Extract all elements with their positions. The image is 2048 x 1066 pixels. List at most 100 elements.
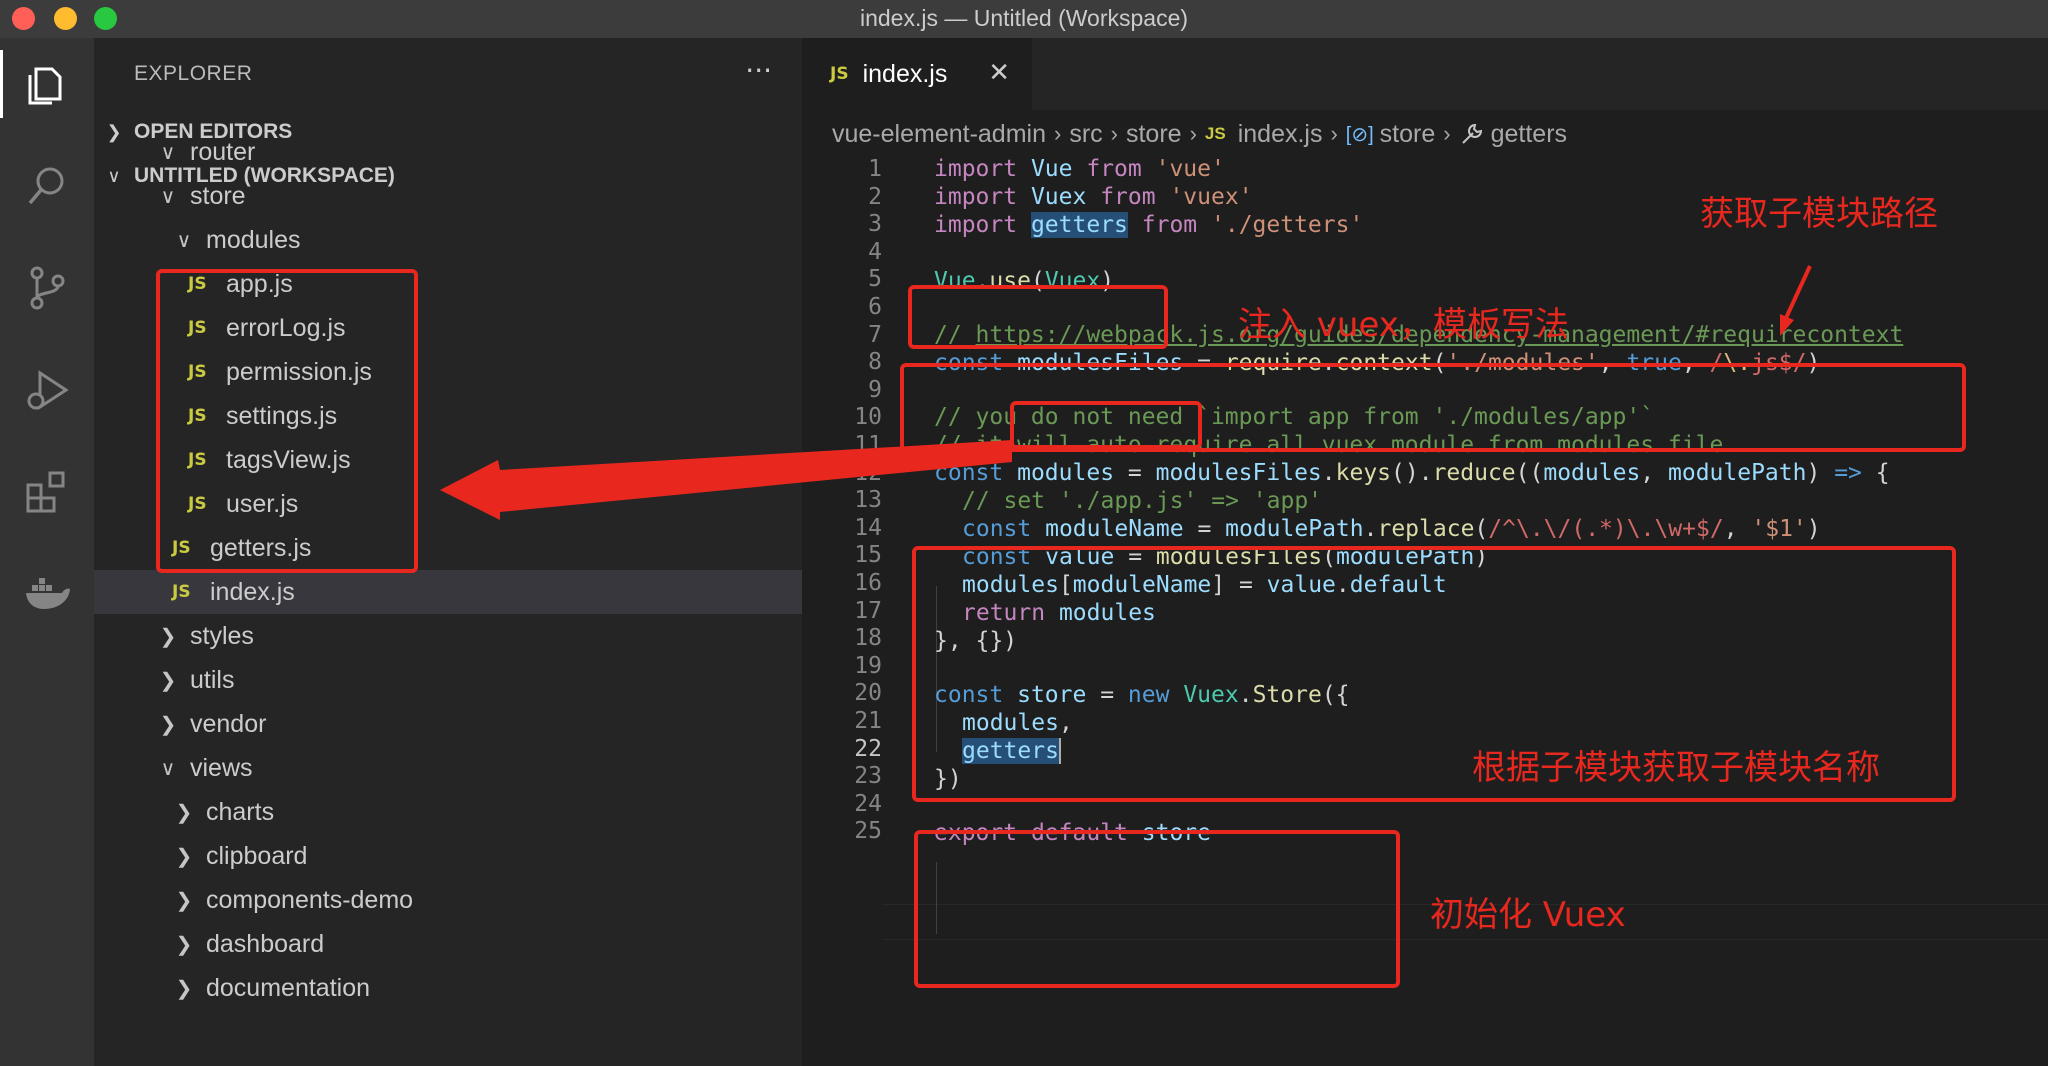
code-line-13: // set './app.js' => 'app' <box>962 488 1323 514</box>
folder-views[interactable]: ∨ views <box>94 746 802 790</box>
extensions-icon[interactable] <box>0 452 94 532</box>
line-number: 18 <box>854 625 882 652</box>
line-number: 6 <box>868 294 882 320</box>
line-number: 21 <box>854 708 882 734</box>
tab-bar: JS index.js ✕ <box>802 38 2048 110</box>
window-title: index.js — Untitled (Workspace) <box>859 5 1189 31</box>
tree-item-label: documentation <box>206 973 371 1002</box>
chevron-right-icon: › <box>1189 121 1197 146</box>
line-number: 17 <box>854 597 882 624</box>
folder-utils[interactable]: ❯ utils <box>94 658 802 702</box>
js-file-icon: JS <box>172 582 191 602</box>
line-number: 20 <box>854 680 882 707</box>
tree-item-label: modules <box>206 225 301 254</box>
line-number: 11 <box>854 432 882 458</box>
line-number: 3 <box>868 211 882 238</box>
tab-index-js[interactable]: JS index.js ✕ <box>802 38 1032 110</box>
tree-item-label: charts <box>206 797 275 826</box>
line-number: 13 <box>854 487 882 514</box>
more-actions-icon[interactable]: ··· <box>745 54 772 87</box>
line-number: 15 <box>854 542 882 569</box>
breadcrumb-property[interactable]: getters <box>1491 120 1567 149</box>
tree-item-label: dashboard <box>206 929 325 958</box>
breadcrumb-src[interactable]: src <box>1069 120 1102 149</box>
run-debug-icon[interactable] <box>0 350 94 430</box>
line-number: 1 <box>868 156 882 182</box>
chevron-right-icon: ❯ <box>159 625 177 648</box>
folder-modules[interactable]: ∨ modules <box>94 218 802 262</box>
chevron-right-icon: ❯ <box>159 669 177 692</box>
tree-item-label: views <box>190 753 253 782</box>
tree-item-label: components-demo <box>206 885 414 914</box>
wrench-icon <box>1461 123 1482 144</box>
chevron-right-icon: › <box>1443 121 1451 146</box>
line-number: 23 <box>854 763 882 790</box>
chevron-down-icon: ∨ <box>160 141 176 164</box>
breadcrumb-store[interactable]: store <box>1126 120 1182 149</box>
folder-styles[interactable]: ❯ styles <box>94 614 802 658</box>
folder-components-demo[interactable]: ❯ components-demo <box>94 878 802 922</box>
symbol-variable-icon: [⊘] <box>1345 123 1374 146</box>
annotation-init: 初始化 Vuex <box>1430 895 1626 935</box>
folder-dashboard[interactable]: ❯ dashboard <box>94 922 802 966</box>
chevron-right-icon: ❯ <box>159 713 177 736</box>
chevron-right-icon: ❯ <box>175 933 193 956</box>
breadcrumb-file[interactable]: index.js <box>1238 120 1323 149</box>
line-number: 14 <box>854 514 882 541</box>
search-icon[interactable] <box>0 146 94 226</box>
explorer-title: EXPLORER <box>134 62 253 85</box>
annotation-box-modules-files <box>1010 401 1202 449</box>
folder-documentation[interactable]: ❯ documentation <box>94 966 802 1010</box>
title-bar: index.js — Untitled (Workspace) <box>0 0 2048 38</box>
code-line-1: import Vue from 'vue' <box>934 156 1225 182</box>
tree-item-label: clipboard <box>206 841 308 870</box>
line-number: 25 <box>854 818 882 845</box>
line-number: 10 <box>854 404 882 431</box>
code-line-12: const modules = modulesFiles.keys().redu… <box>934 460 1890 486</box>
line-number: 9 <box>868 376 882 403</box>
breadcrumb-symbol[interactable]: store <box>1380 120 1436 149</box>
line-number: 2 <box>868 183 882 210</box>
code-line-2: import Vuex from 'vuex' <box>934 184 1253 210</box>
line-number: 22 <box>854 735 882 762</box>
breadcrumb-root[interactable]: vue-element-admin <box>832 120 1046 149</box>
line-number: 5 <box>868 266 882 293</box>
annotation-inject: 注入 vuex，模板写法 <box>1238 305 1569 345</box>
js-file-icon: JS <box>1204 124 1226 143</box>
tree-item-label: index.js <box>210 577 295 606</box>
annotation-box-modules <box>156 269 418 573</box>
line-number: 8 <box>868 349 882 376</box>
line-number: 19 <box>854 652 882 679</box>
chevron-right-icon: ❯ <box>175 845 193 868</box>
annotation-path: 获取子模块路径 <box>1700 194 1938 234</box>
line-number: 4 <box>868 238 882 265</box>
tree-item-label: vendor <box>190 709 267 738</box>
chevron-right-icon: › <box>1330 121 1338 146</box>
folder-store[interactable]: ∨ store <box>94 174 802 218</box>
tree-item-label: styles <box>190 621 254 650</box>
chevron-right-icon: ❯ <box>175 889 193 912</box>
folder-vendor[interactable]: ❯ vendor <box>94 702 802 746</box>
folder-charts[interactable]: ❯ charts <box>94 790 802 834</box>
folder-clipboard[interactable]: ❯ clipboard <box>94 834 802 878</box>
docker-icon[interactable] <box>0 554 94 634</box>
chevron-down-icon: ∨ <box>176 229 192 252</box>
folder-router[interactable]: ∨ router <box>94 130 802 174</box>
files-icon[interactable] <box>0 44 94 124</box>
annotation-name: 根据子模块获取子模块名称 <box>1472 748 1880 788</box>
file-index-js[interactable]: JS index.js <box>94 570 802 614</box>
chevron-right-icon: ❯ <box>175 977 193 1000</box>
line-number: 24 <box>854 790 882 817</box>
code-line-3: import getters from './getters' <box>934 212 1364 238</box>
js-file-icon: JS <box>830 64 849 84</box>
close-icon[interactable]: ✕ <box>988 58 1010 88</box>
chevron-right-icon: › <box>1110 121 1118 146</box>
tree-item-label: utils <box>190 665 235 694</box>
breadcrumb: vue-element-admin › src › store › JS ind… <box>832 114 1567 154</box>
source-control-icon[interactable] <box>0 248 94 328</box>
annotation-box-vue-use <box>908 285 1168 349</box>
tree-item-label: store <box>190 181 246 210</box>
tree-item-label: router <box>190 137 256 166</box>
chevron-down-icon: ∨ <box>160 757 176 780</box>
chevron-right-icon: ❯ <box>175 801 193 824</box>
